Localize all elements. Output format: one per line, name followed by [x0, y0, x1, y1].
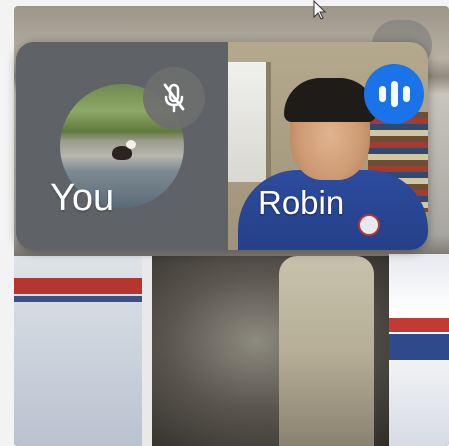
mouse-cursor-icon [313, 0, 327, 20]
audio-bar [390, 81, 398, 107]
aircraft-door-frame [142, 256, 152, 446]
audio-bar [378, 86, 386, 102]
robin-background-window [228, 62, 271, 182]
shirt-logo [358, 214, 380, 236]
aircraft-stripe-red [14, 278, 144, 294]
tile-self[interactable]: You [16, 42, 228, 250]
bird-head [126, 140, 136, 149]
audio-bar [402, 86, 410, 102]
aircraft-seat [279, 256, 374, 446]
aircraft-stripe-blue [14, 296, 144, 302]
self-name-label: You [50, 177, 115, 219]
robin-hair [284, 78, 376, 122]
mic-off-icon [163, 83, 185, 113]
speaking-indicator [364, 64, 424, 124]
tile-participant-robin[interactable]: Robin [228, 42, 428, 250]
aircraft-stripe-red-right [389, 318, 449, 332]
audio-level-icon [378, 81, 410, 107]
participant-name-label: Robin [258, 184, 345, 221]
participant-panel[interactable]: You Robin [16, 42, 428, 250]
mic-off-indicator[interactable] [143, 67, 205, 129]
aircraft-stripe-blue-right [389, 334, 449, 360]
